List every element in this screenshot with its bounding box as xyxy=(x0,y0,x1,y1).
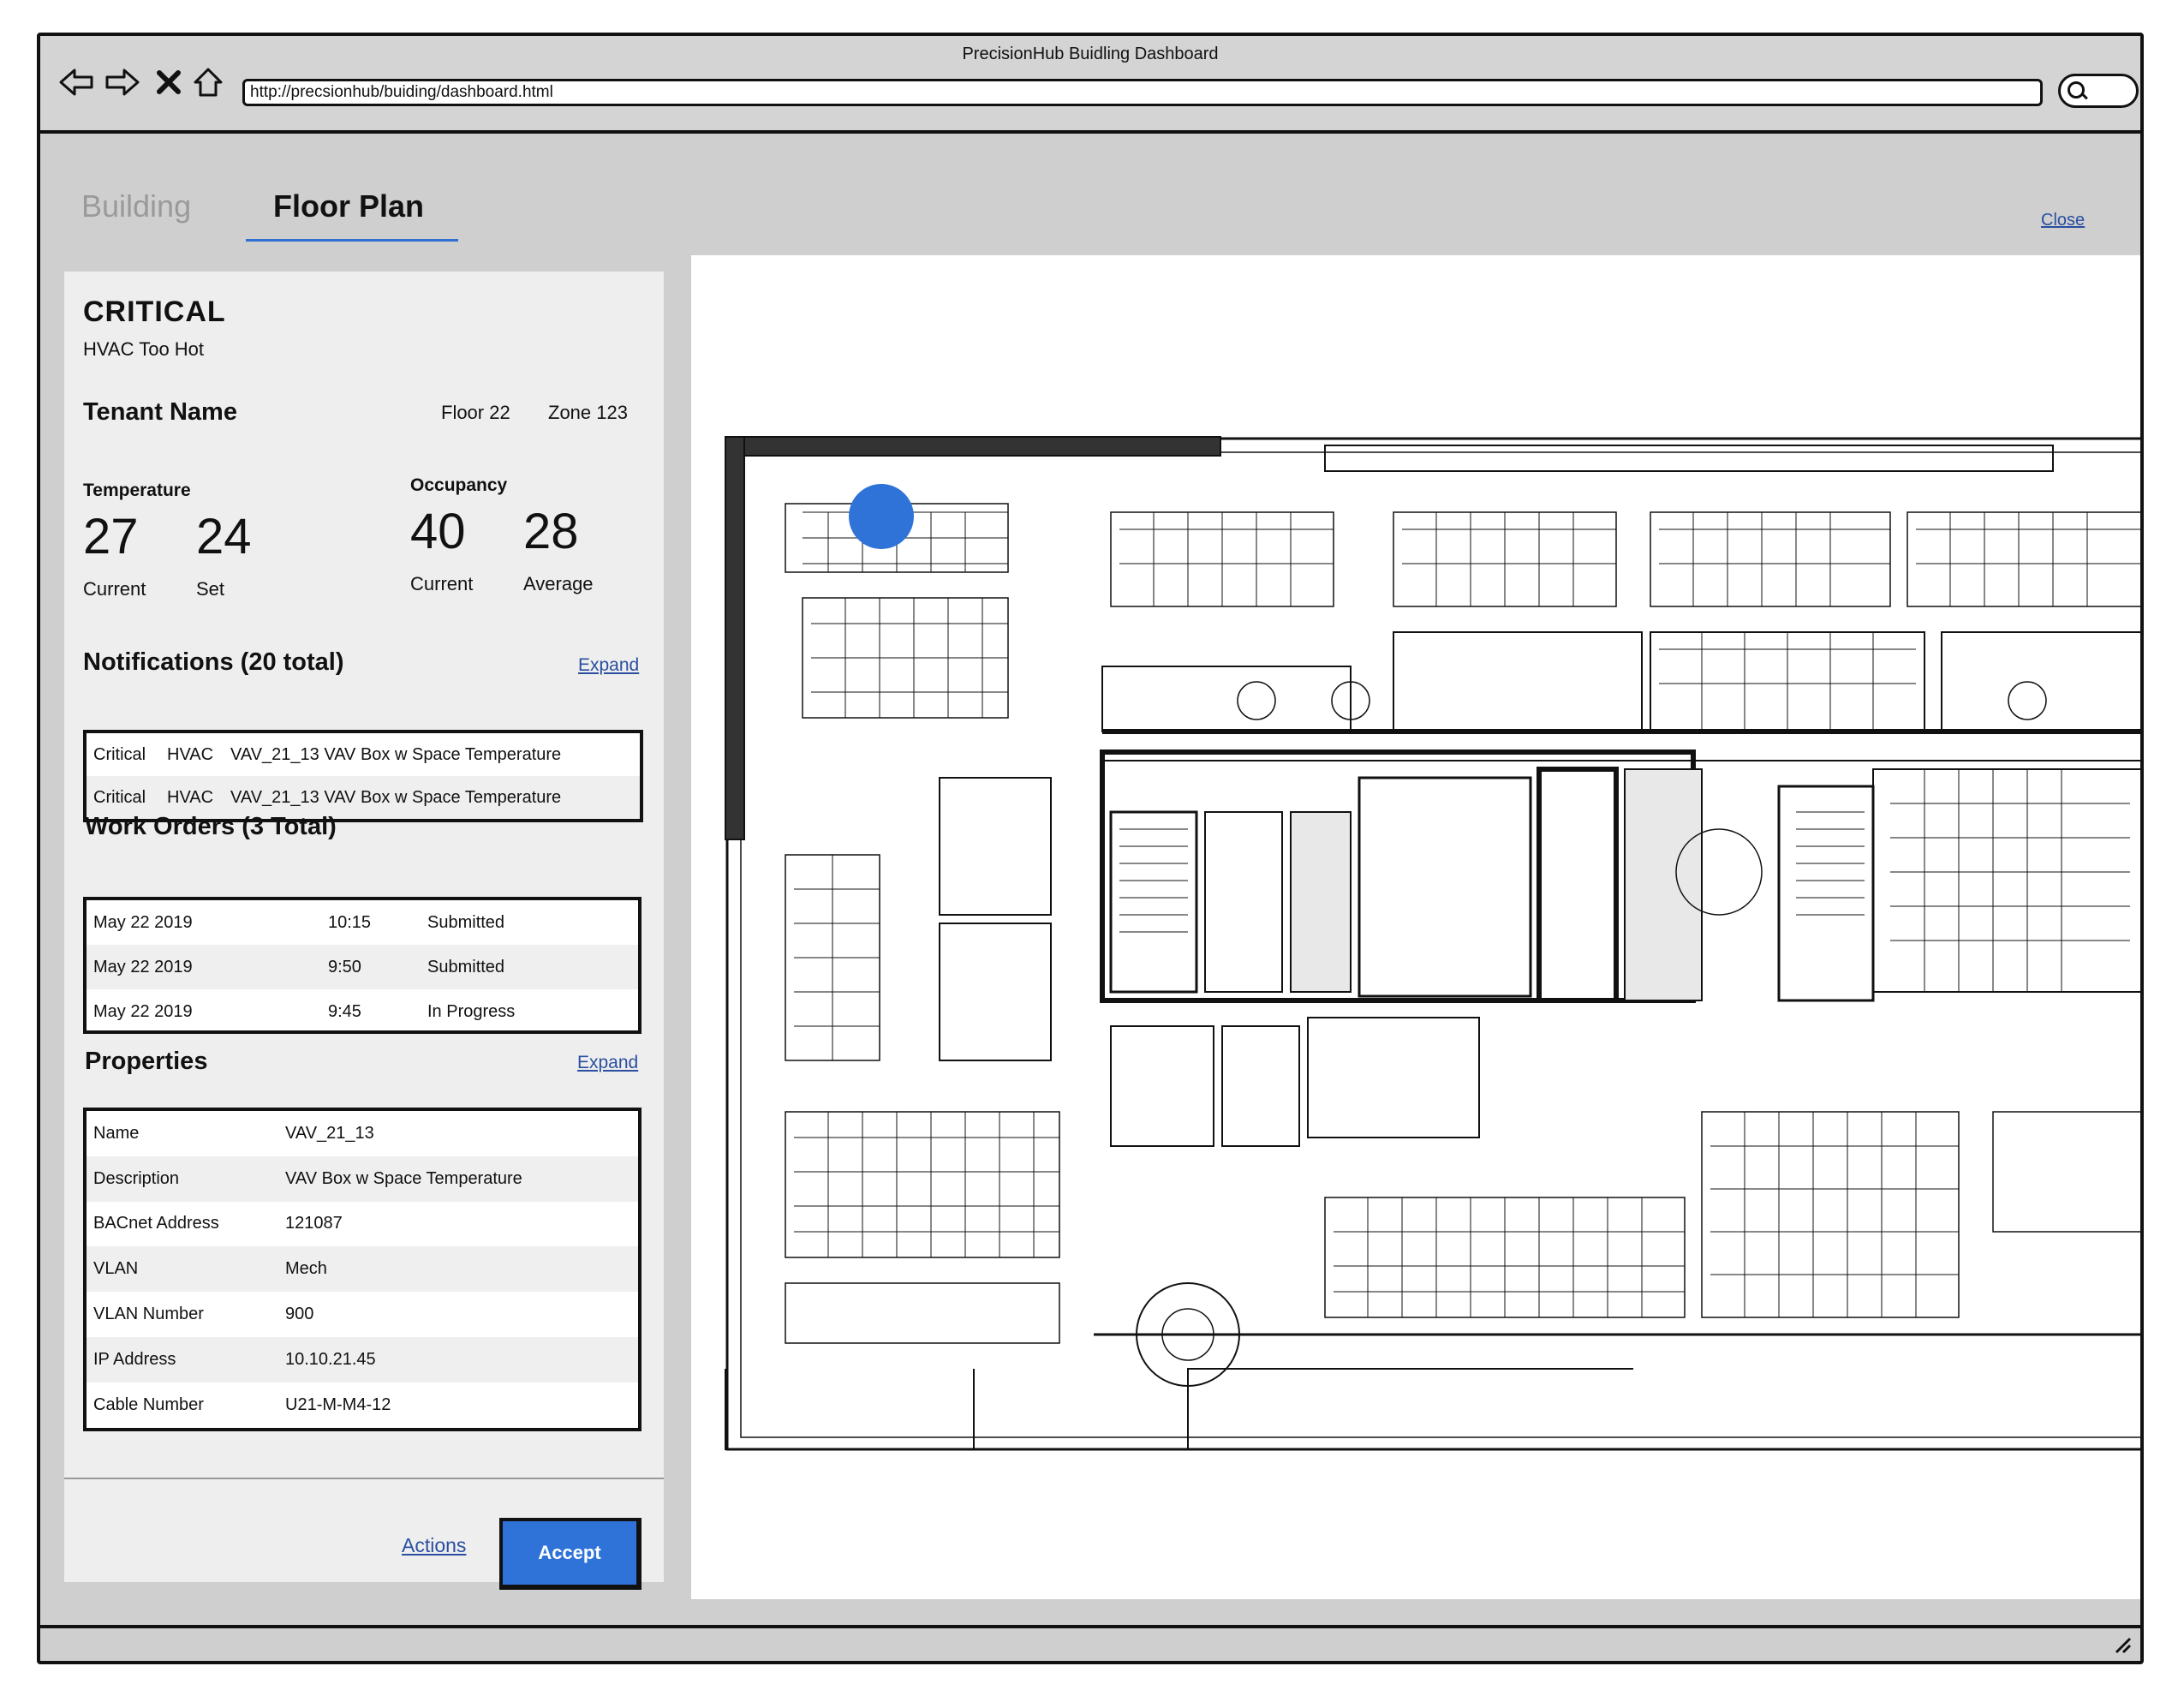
property-key: IP Address xyxy=(93,1349,176,1369)
notifications-table: Critical HVAC VAV_21_13 VAV Box w Space … xyxy=(83,730,643,822)
back-arrow-icon[interactable] xyxy=(57,63,95,101)
notification-text: VAV_21_13 VAV Box w Space Temperature xyxy=(230,787,562,807)
occupancy-current: 40 xyxy=(410,504,466,559)
work-order-status: Submitted xyxy=(427,957,505,976)
panel-divider xyxy=(64,1478,664,1479)
property-row: IP Address 10.10.21.45 xyxy=(87,1336,638,1382)
property-value: 10.10.21.45 xyxy=(285,1349,376,1369)
property-row: BACnet Address 121087 xyxy=(87,1202,638,1247)
property-key: BACnet Address xyxy=(93,1214,219,1233)
properties-title: Properties xyxy=(85,1048,208,1075)
window-title: PrecisionHub Buidling Dashboard xyxy=(962,45,1219,63)
zone-label: Zone 123 xyxy=(548,402,628,423)
close-link[interactable]: Close xyxy=(2041,211,2085,230)
tenant-name: Tenant Name xyxy=(83,398,237,426)
work-order-date: May 22 2019 xyxy=(93,957,193,976)
occupancy-label: Occupancy xyxy=(410,475,508,495)
search-button[interactable] xyxy=(2058,74,2139,108)
notifications-title: Notifications (20 total) xyxy=(83,648,344,676)
occupancy-average: 28 xyxy=(523,504,579,559)
work-orders-title: Work Orders (3 Total) xyxy=(85,813,337,840)
property-row: VLAN Mech xyxy=(87,1246,638,1293)
property-value: 121087 xyxy=(285,1214,343,1233)
notification-row[interactable]: Critical HVAC VAV_21_13 VAV Box w Space … xyxy=(87,733,640,776)
accept-button[interactable]: Accept xyxy=(499,1518,641,1590)
notification-system: HVAC xyxy=(167,744,214,764)
property-value: U21-M-M4-12 xyxy=(285,1394,391,1414)
notification-severity: Critical xyxy=(93,787,146,807)
browser-window: PrecisionHub Buidling Dashboard http://p… xyxy=(37,33,2144,1664)
property-key: VLAN Number xyxy=(93,1305,204,1324)
property-value: VAV Box w Space Temperature xyxy=(285,1168,522,1188)
temperature-current: 27 xyxy=(83,509,139,564)
details-panel: CRITICAL HVAC Too Hot Tenant Name Floor … xyxy=(64,272,664,1590)
notification-severity: Critical xyxy=(93,744,146,764)
work-order-time: 10:15 xyxy=(328,912,372,932)
forward-arrow-icon[interactable] xyxy=(104,63,141,101)
work-order-date: May 22 2019 xyxy=(93,1001,193,1021)
work-order-row[interactable]: May 22 2019 9:50 Submitted xyxy=(87,945,638,989)
property-key: VLAN xyxy=(93,1259,139,1279)
property-key: Name xyxy=(93,1123,140,1143)
property-value: 900 xyxy=(285,1305,314,1324)
active-tab-indicator xyxy=(246,239,458,242)
occupancy-current-caption: Current xyxy=(410,573,474,594)
temperature-set-caption: Set xyxy=(196,578,225,600)
property-value: VAV_21_13 xyxy=(285,1123,374,1143)
temperature-current-caption: Current xyxy=(83,578,146,600)
work-order-time: 9:45 xyxy=(328,1001,361,1021)
tab-floor-plan[interactable]: Floor Plan xyxy=(273,188,424,224)
occupancy-average-caption: Average xyxy=(523,573,594,594)
address-bar[interactable]: http://precsionhub/buiding/dashboard.htm… xyxy=(242,79,2043,106)
alert-severity: CRITICAL xyxy=(83,296,226,328)
temperature-label: Temperature xyxy=(83,481,191,500)
property-row: VLAN Number 900 xyxy=(87,1292,638,1337)
work-orders-table: May 22 2019 10:15 Submitted May 22 2019 … xyxy=(83,897,641,1034)
work-order-time: 9:50 xyxy=(328,957,361,976)
work-order-row[interactable]: May 22 2019 10:15 Submitted xyxy=(87,900,638,945)
notification-system: HVAC xyxy=(167,787,214,807)
work-order-status: In Progress xyxy=(427,1001,516,1021)
property-value: Mech xyxy=(285,1259,327,1279)
tab-building[interactable]: Building xyxy=(81,188,191,224)
work-order-row[interactable]: May 22 2019 9:45 In Progress xyxy=(87,989,638,1034)
floor-plan-drawing xyxy=(725,436,2140,1451)
title-bar: PrecisionHub Buidling Dashboard http://p… xyxy=(40,36,2140,134)
resize-grip-icon[interactable] xyxy=(2111,1633,2132,1654)
notifications-expand-link[interactable]: Expand xyxy=(578,655,639,676)
property-key: Cable Number xyxy=(93,1394,204,1414)
notification-text: VAV_21_13 VAV Box w Space Temperature xyxy=(230,744,562,764)
property-row: Cable Number U21-M-M4-12 xyxy=(87,1382,638,1428)
actions-link[interactable]: Actions xyxy=(402,1534,466,1557)
status-bar xyxy=(40,1625,2140,1661)
search-icon xyxy=(2068,81,2085,99)
temperature-set: 24 xyxy=(196,509,252,564)
work-order-status: Submitted xyxy=(427,912,505,932)
floor-label: Floor 22 xyxy=(441,402,510,423)
property-key: Description xyxy=(93,1168,180,1188)
selected-device-marker[interactable] xyxy=(849,484,914,549)
stop-icon[interactable] xyxy=(150,63,188,101)
property-row: Name VAV_21_13 xyxy=(87,1111,638,1156)
work-order-date: May 22 2019 xyxy=(93,912,193,932)
properties-table: Name VAV_21_13 Description VAV Box w Spa… xyxy=(83,1108,641,1431)
home-icon[interactable] xyxy=(189,63,227,101)
property-row: Description VAV Box w Space Temperature xyxy=(87,1156,638,1202)
floor-plan-canvas[interactable] xyxy=(691,255,2140,1599)
alert-message: HVAC Too Hot xyxy=(83,338,205,360)
properties-expand-link[interactable]: Expand xyxy=(577,1053,638,1073)
